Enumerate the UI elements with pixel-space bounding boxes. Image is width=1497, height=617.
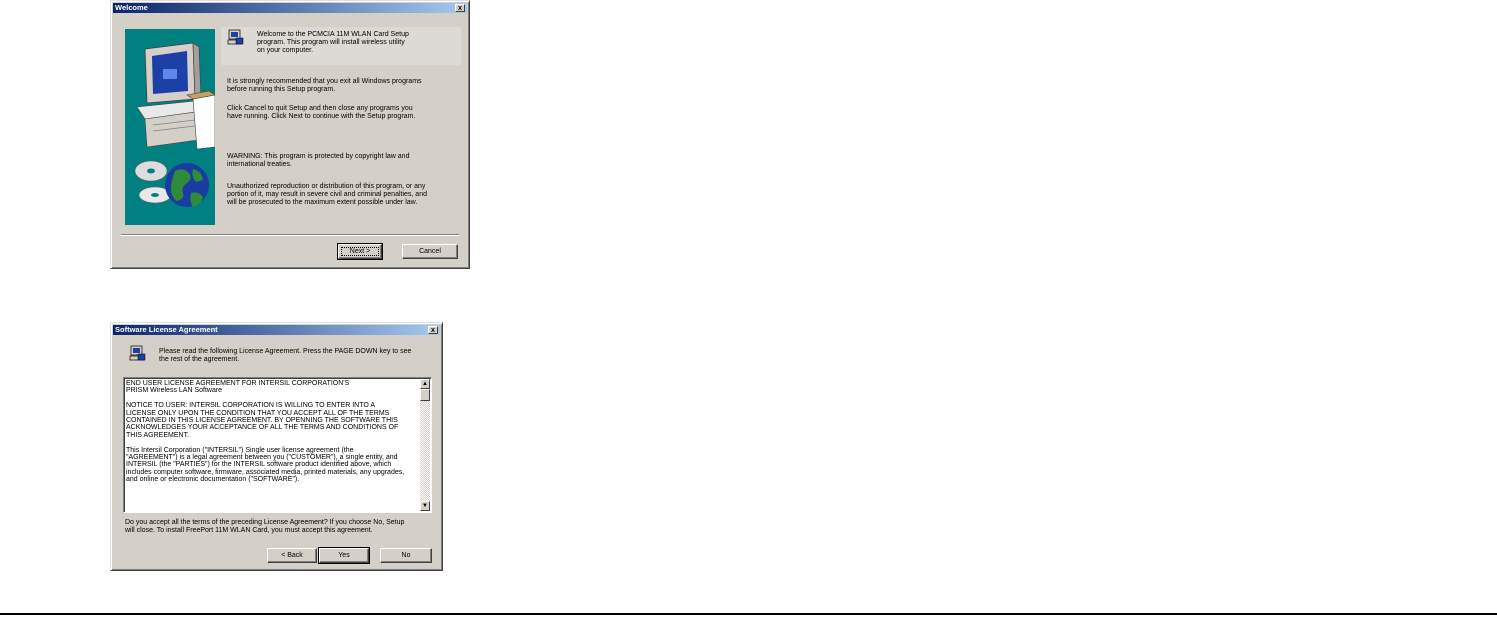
page-rule	[0, 613, 1497, 615]
button-separator	[121, 234, 459, 236]
welcome-copyright-text: Unauthorized reproduction or distributio…	[227, 183, 427, 207]
welcome-instructions-text: Click Cancel to quit Setup and then clos…	[227, 105, 416, 121]
welcome-intro-text: Welcome to the PCMCIA 11M WLAN Card Setu…	[257, 31, 409, 55]
arrow-down-icon: ▼	[422, 503, 428, 509]
license-title: Software License Agreement	[115, 325, 218, 334]
no-button-label: No	[401, 552, 411, 559]
back-button-label: < Back	[281, 552, 303, 559]
setup-computer-icon	[129, 345, 146, 361]
close-icon: x	[431, 327, 435, 334]
setup-graphic	[125, 29, 216, 225]
scroll-down-button[interactable]: ▼	[420, 501, 430, 511]
license-textarea[interactable]: END USER LICENSE AGREEMENT FOR INTERSIL …	[123, 377, 432, 513]
next-button[interactable]: Next >	[337, 243, 383, 260]
yes-button[interactable]: Yes	[318, 547, 370, 564]
close-icon: x	[458, 5, 462, 12]
scroll-thumb[interactable]	[420, 389, 430, 401]
setup-computer-icon	[227, 29, 244, 45]
welcome-title: Welcome	[115, 3, 148, 12]
yes-button-label: Yes	[338, 552, 350, 559]
arrow-up-icon: ▲	[422, 381, 428, 387]
cancel-button-label: Cancel	[419, 248, 441, 255]
license-question-text: Do you accept all the terms of the prece…	[125, 519, 405, 535]
license-titlebar[interactable]: Software License Agreement x	[113, 325, 440, 335]
welcome-close-button[interactable]: x	[455, 4, 465, 12]
no-button[interactable]: No	[380, 548, 432, 563]
computer-and-globe-icon	[134, 42, 216, 207]
welcome-titlebar[interactable]: Welcome x	[113, 3, 467, 13]
license-scrollbar[interactable]: ▲ ▼	[420, 379, 430, 511]
license-agreement-text: END USER LICENSE AGREEMENT FOR INTERSIL …	[126, 380, 405, 484]
welcome-warning-text: WARNING: This program is protected by co…	[227, 153, 410, 169]
focus-rect	[341, 247, 379, 256]
welcome-dialog: Welcome x Welcome to the PCMCIA 11M WLAN…	[110, 0, 470, 269]
cancel-button[interactable]: Cancel	[402, 244, 458, 259]
welcome-recommend-text: It is strongly recommended that you exit…	[227, 78, 422, 94]
license-instructions-text: Please read the following License Agreem…	[159, 348, 412, 364]
license-close-button[interactable]: x	[428, 326, 438, 334]
scroll-up-button[interactable]: ▲	[420, 379, 430, 389]
back-button[interactable]: < Back	[267, 548, 317, 563]
license-dialog: Software License Agreement x Please read…	[110, 322, 443, 571]
